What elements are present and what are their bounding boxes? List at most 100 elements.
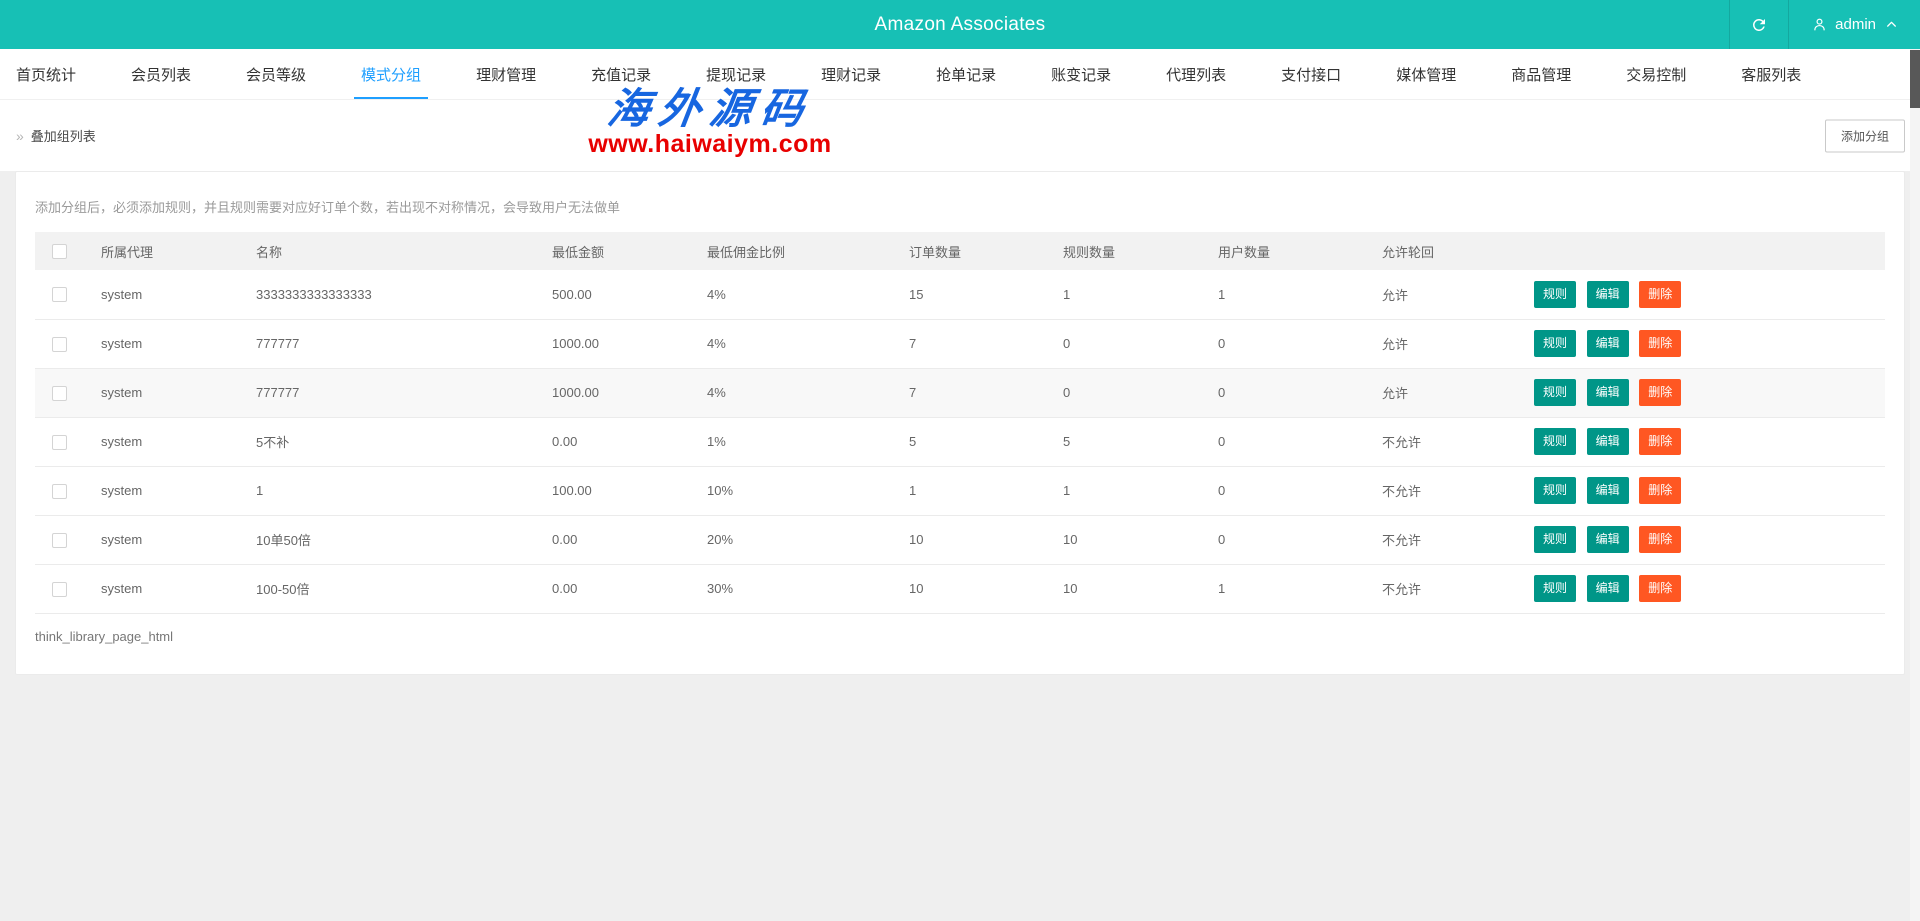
col-header-min-commission: 最低佣金比例 xyxy=(707,232,909,270)
delete-button[interactable]: 删除 xyxy=(1639,281,1681,308)
row-checkbox[interactable] xyxy=(52,435,67,450)
delete-button[interactable]: 删除 xyxy=(1639,477,1681,504)
edit-button[interactable]: 编辑 xyxy=(1587,526,1629,553)
tab-grab-order-records[interactable]: 抢单记录 xyxy=(936,49,996,99)
rule-button[interactable]: 规则 xyxy=(1534,526,1576,553)
table-row: system 5不补 0.00 1% 5 5 0 不允许 规则 编辑 删除 xyxy=(35,417,1885,466)
breadcrumb: 叠加组列表 xyxy=(31,126,96,145)
col-header-name: 名称 xyxy=(256,232,552,270)
row-checkbox[interactable] xyxy=(52,386,67,401)
cell-min-commission: 10% xyxy=(707,466,909,515)
main-nav: 首页统计 会员列表 会员等级 模式分组 理财管理 充值记录 提现记录 理财记录 … xyxy=(0,49,1920,100)
edit-button[interactable]: 编辑 xyxy=(1587,575,1629,602)
breadcrumb-bar: » 叠加组列表 添加分组 xyxy=(0,100,1920,171)
cell-name: 5不补 xyxy=(256,417,552,466)
app-header: Amazon Associates admin xyxy=(0,0,1920,49)
cell-min-commission: 4% xyxy=(707,319,909,368)
tab-balance-change-records[interactable]: 账变记录 xyxy=(1051,49,1111,99)
user-name: admin xyxy=(1835,16,1876,33)
rule-note: 添加分组后，必须添加规则，并且规则需要对应好订单个数，若出现不对称情况，会导致用… xyxy=(35,172,1885,216)
tab-finance-mgmt[interactable]: 理财管理 xyxy=(476,49,536,99)
cell-name: 100-50倍 xyxy=(256,564,552,613)
cell-agent: system xyxy=(101,466,256,515)
tab-member-list[interactable]: 会员列表 xyxy=(131,49,191,99)
cell-agent: system xyxy=(101,564,256,613)
cell-min-commission: 4% xyxy=(707,270,909,319)
cell-rules: 10 xyxy=(1063,564,1218,613)
rule-button[interactable]: 规则 xyxy=(1534,575,1576,602)
cell-users: 1 xyxy=(1218,564,1382,613)
app-title: Amazon Associates xyxy=(875,14,1046,36)
rule-button[interactable]: 规则 xyxy=(1534,428,1576,455)
cell-min-amount: 0.00 xyxy=(552,417,707,466)
cell-orders: 15 xyxy=(909,270,1063,319)
col-header-rules: 规则数量 xyxy=(1063,232,1218,270)
cell-orders: 10 xyxy=(909,564,1063,613)
cell-min-amount: 0.00 xyxy=(552,564,707,613)
tab-member-level[interactable]: 会员等级 xyxy=(246,49,306,99)
delete-button[interactable]: 删除 xyxy=(1639,575,1681,602)
edit-button[interactable]: 编辑 xyxy=(1587,477,1629,504)
rule-button[interactable]: 规则 xyxy=(1534,330,1576,357)
cell-orders: 7 xyxy=(909,368,1063,417)
edit-button[interactable]: 编辑 xyxy=(1587,379,1629,406)
tab-trade-control[interactable]: 交易控制 xyxy=(1626,49,1686,99)
user-menu[interactable]: admin xyxy=(1788,0,1920,49)
edit-button[interactable]: 编辑 xyxy=(1587,428,1629,455)
tab-service-list[interactable]: 客服列表 xyxy=(1741,49,1801,99)
group-list-card: 添加分组后，必须添加规则，并且规则需要对应好订单个数，若出现不对称情况，会导致用… xyxy=(15,171,1905,675)
select-all-checkbox[interactable] xyxy=(52,244,67,259)
edit-button[interactable]: 编辑 xyxy=(1587,330,1629,357)
tab-recharge-records[interactable]: 充值记录 xyxy=(591,49,651,99)
cell-users: 0 xyxy=(1218,515,1382,564)
col-header-users: 用户数量 xyxy=(1218,232,1382,270)
row-checkbox[interactable] xyxy=(52,484,67,499)
refresh-button[interactable] xyxy=(1729,0,1788,49)
scrollbar-track[interactable] xyxy=(1910,49,1920,921)
edit-button[interactable]: 编辑 xyxy=(1587,281,1629,308)
tab-finance-records[interactable]: 理财记录 xyxy=(821,49,881,99)
scrollbar-thumb[interactable] xyxy=(1910,50,1920,108)
row-checkbox[interactable] xyxy=(52,582,67,597)
col-header-loop: 允许轮回 xyxy=(1382,232,1534,270)
table-header-row: 所属代理 名称 最低金额 最低佣金比例 订单数量 规则数量 用户数量 允许轮回 xyxy=(35,232,1885,270)
add-group-button[interactable]: 添加分组 xyxy=(1825,119,1905,152)
cell-name: 777777 xyxy=(256,368,552,417)
debug-footer-text: think_library_page_html xyxy=(35,629,1885,644)
cell-loop: 不允许 xyxy=(1382,466,1534,515)
col-header-min-amount: 最低金额 xyxy=(552,232,707,270)
delete-button[interactable]: 删除 xyxy=(1639,330,1681,357)
tab-home-stats[interactable]: 首页统计 xyxy=(16,49,76,99)
cell-agent: system xyxy=(101,319,256,368)
tab-product-mgmt[interactable]: 商品管理 xyxy=(1511,49,1571,99)
cell-users: 0 xyxy=(1218,466,1382,515)
cell-loop: 允许 xyxy=(1382,319,1534,368)
table-row: system 777777 1000.00 4% 7 0 0 允许 规则 编辑 … xyxy=(35,368,1885,417)
tab-mode-group[interactable]: 模式分组 xyxy=(361,49,421,99)
table-row: system 3333333333333333 500.00 4% 15 1 1… xyxy=(35,270,1885,319)
cell-orders: 1 xyxy=(909,466,1063,515)
user-icon xyxy=(1811,16,1828,33)
rule-button[interactable]: 规则 xyxy=(1534,477,1576,504)
cell-name: 3333333333333333 xyxy=(256,270,552,319)
cell-users: 0 xyxy=(1218,368,1382,417)
rule-button[interactable]: 规则 xyxy=(1534,379,1576,406)
row-checkbox[interactable] xyxy=(52,337,67,352)
delete-button[interactable]: 删除 xyxy=(1639,379,1681,406)
rule-button[interactable]: 规则 xyxy=(1534,281,1576,308)
cell-loop: 允许 xyxy=(1382,368,1534,417)
tab-agent-list[interactable]: 代理列表 xyxy=(1166,49,1226,99)
cell-users: 0 xyxy=(1218,417,1382,466)
cell-users: 1 xyxy=(1218,270,1382,319)
row-checkbox[interactable] xyxy=(52,533,67,548)
cell-orders: 5 xyxy=(909,417,1063,466)
tab-media-mgmt[interactable]: 媒体管理 xyxy=(1396,49,1456,99)
group-table: 所属代理 名称 最低金额 最低佣金比例 订单数量 规则数量 用户数量 允许轮回 … xyxy=(35,232,1885,614)
delete-button[interactable]: 删除 xyxy=(1639,526,1681,553)
tab-withdraw-records[interactable]: 提现记录 xyxy=(706,49,766,99)
cell-agent: system xyxy=(101,515,256,564)
row-checkbox[interactable] xyxy=(52,287,67,302)
tab-payment-api[interactable]: 支付接口 xyxy=(1281,49,1341,99)
delete-button[interactable]: 删除 xyxy=(1639,428,1681,455)
table-row: system 100-50倍 0.00 30% 10 10 1 不允许 规则 编… xyxy=(35,564,1885,613)
